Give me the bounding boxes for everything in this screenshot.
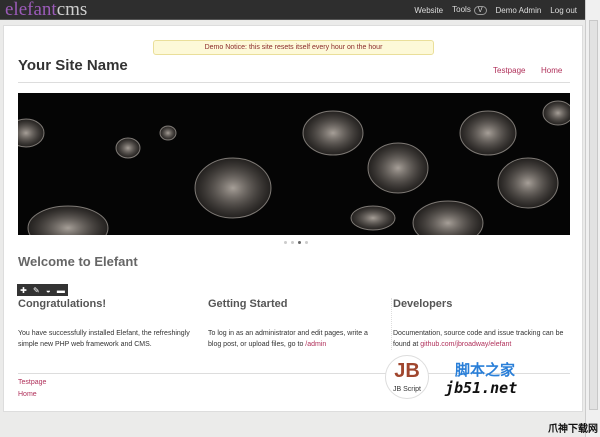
jb-logo: JB JB Script [385,355,429,399]
credit-watermark: 爪神下载网 [548,424,598,435]
footer-testpage[interactable]: Testpage [18,379,46,386]
github-link[interactable]: github.com/jbroadway/elefant [420,341,511,348]
demo-notice: Demo Notice: this site resets itself eve… [153,40,434,55]
comment-icon[interactable]: ◒ [46,286,51,295]
user-link[interactable]: Demo Admin [496,6,542,15]
nav-testpage[interactable]: Testpage [493,66,525,75]
slider-dot[interactable] [305,241,308,244]
slider-dot[interactable] [291,241,294,244]
scrollbar[interactable] [585,0,600,437]
slider-dot[interactable] [284,241,287,244]
site-name[interactable]: Your Site Name [18,57,128,74]
logo[interactable]: elefantcms [5,0,87,21]
watermark: JB JB Script 脚本之家 jb51.net [385,355,570,400]
tools-menu[interactable]: Tools V [452,5,487,15]
column-congratulations: Congratulations! You have successfully in… [18,298,190,348]
column-developers: Developers Documentation, source code and… [391,298,566,350]
scrollbar-thumb[interactable] [589,20,598,410]
slider-dot-active[interactable] [298,241,301,244]
nav-home[interactable]: Home [541,66,562,75]
column-getting-started: Getting Started To log in as an administr… [208,298,368,348]
divider [18,82,570,83]
add-icon[interactable]: ✚ [20,286,27,295]
jellyfish-slider-image[interactable] [18,93,570,235]
top-bar: elefantcms Website Tools V Demo Admin Log… [0,0,585,20]
website-link[interactable]: Website [414,6,443,15]
jellyfish-image [18,100,570,235]
pencil-icon[interactable]: ✎ [33,286,40,295]
chevron-down-icon: V [473,6,487,15]
admin-nav: Website Tools V Demo Admin Log out [414,5,577,15]
admin-link[interactable]: /admin [305,341,326,348]
logout-link[interactable]: Log out [550,6,577,15]
slider-dots [284,241,308,244]
page-title: Welcome to Elefant [18,254,138,269]
minus-icon[interactable]: ▬ [57,286,65,295]
footer-home[interactable]: Home [18,391,37,398]
edit-toolbar: ✚ ✎ ◒ ▬ [17,284,68,296]
